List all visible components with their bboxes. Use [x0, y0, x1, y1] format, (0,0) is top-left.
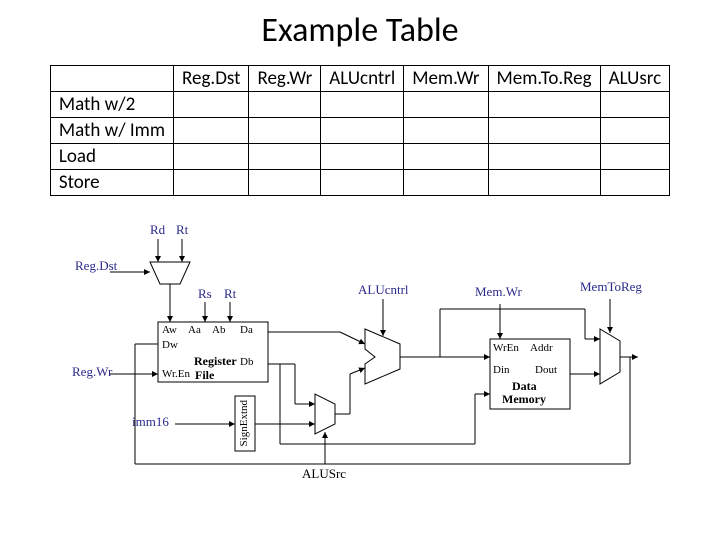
cell — [404, 144, 488, 170]
label-ab: Ab — [212, 324, 225, 336]
table-row: Store — [50, 170, 669, 196]
label-dw: Dw — [162, 339, 178, 351]
col-alucntrl: ALUcntrl — [321, 66, 404, 92]
control-table: Reg.Dst Reg.Wr ALUcntrl Mem.Wr Mem.To.Re… — [50, 65, 670, 196]
label-db: Db — [240, 356, 253, 368]
table-header-row: Reg.Dst Reg.Wr ALUcntrl Mem.Wr Mem.To.Re… — [50, 66, 669, 92]
label-rs: Rs — [198, 286, 212, 302]
label-da: Da — [240, 324, 253, 336]
cell — [488, 170, 600, 196]
cell — [600, 170, 670, 196]
datapath-svg — [80, 214, 640, 494]
col-regdst: Reg.Dst — [174, 66, 249, 92]
cell — [488, 118, 600, 144]
cell — [249, 118, 321, 144]
cell — [404, 170, 488, 196]
col-memtoreg: Mem.To.Reg — [488, 66, 600, 92]
cell — [249, 170, 321, 196]
col-memwr: Mem.Wr — [404, 66, 488, 92]
cell — [174, 170, 249, 196]
label-regdst: Reg.Dst — [75, 258, 117, 274]
label-regwr: Reg.Wr — [72, 364, 112, 380]
cell — [404, 92, 488, 118]
row-mathimm: Math w/ Imm — [50, 118, 173, 144]
cell — [249, 144, 321, 170]
cell — [321, 144, 404, 170]
cell — [174, 144, 249, 170]
page-title: Example Table — [0, 0, 720, 65]
cell — [488, 92, 600, 118]
row-load: Load — [50, 144, 173, 170]
table-row: Math w/ Imm — [50, 118, 669, 144]
cell — [249, 92, 321, 118]
label-rd: Rd — [150, 222, 165, 238]
cell — [321, 118, 404, 144]
label-memwr: Mem.Wr — [475, 284, 522, 300]
label-din: Din — [493, 364, 510, 376]
label-alusrc: ALUSrc — [302, 466, 346, 482]
label-alucntrl: ALUcntrl — [358, 282, 409, 298]
label-memtoreg: MemToReg — [580, 279, 642, 295]
label-dmem2: Memory — [502, 392, 546, 407]
label-rt2: Rt — [224, 286, 236, 302]
cell — [174, 118, 249, 144]
col-regwr: Reg.Wr — [249, 66, 321, 92]
label-regfile2: File — [195, 368, 214, 383]
datapath-diagram: Rd Rt Reg.Dst Rs Rt Aw Aa Ab Da Dw Db Re… — [80, 214, 640, 494]
label-signext: SignExtnd — [238, 400, 250, 446]
header-empty — [50, 66, 173, 92]
label-rt: Rt — [176, 222, 188, 238]
cell — [174, 92, 249, 118]
cell — [600, 144, 670, 170]
col-alusrc: ALUsrc — [600, 66, 670, 92]
row-math2: Math w/2 — [50, 92, 173, 118]
label-addr: Addr — [530, 342, 553, 354]
label-imm16: imm16 — [132, 414, 169, 430]
cell — [600, 118, 670, 144]
cell — [600, 92, 670, 118]
label-wren: Wr.En — [162, 368, 190, 380]
label-aa: Aa — [188, 324, 201, 336]
row-store: Store — [50, 170, 173, 196]
table-row: Math w/2 — [50, 92, 669, 118]
cell — [488, 144, 600, 170]
cell — [321, 170, 404, 196]
label-aw: Aw — [162, 324, 177, 336]
cell — [321, 92, 404, 118]
label-regfile1: Register — [194, 354, 237, 369]
cell — [404, 118, 488, 144]
label-dout: Dout — [535, 364, 557, 376]
table-row: Load — [50, 144, 669, 170]
label-wren2: WrEn — [493, 342, 519, 354]
